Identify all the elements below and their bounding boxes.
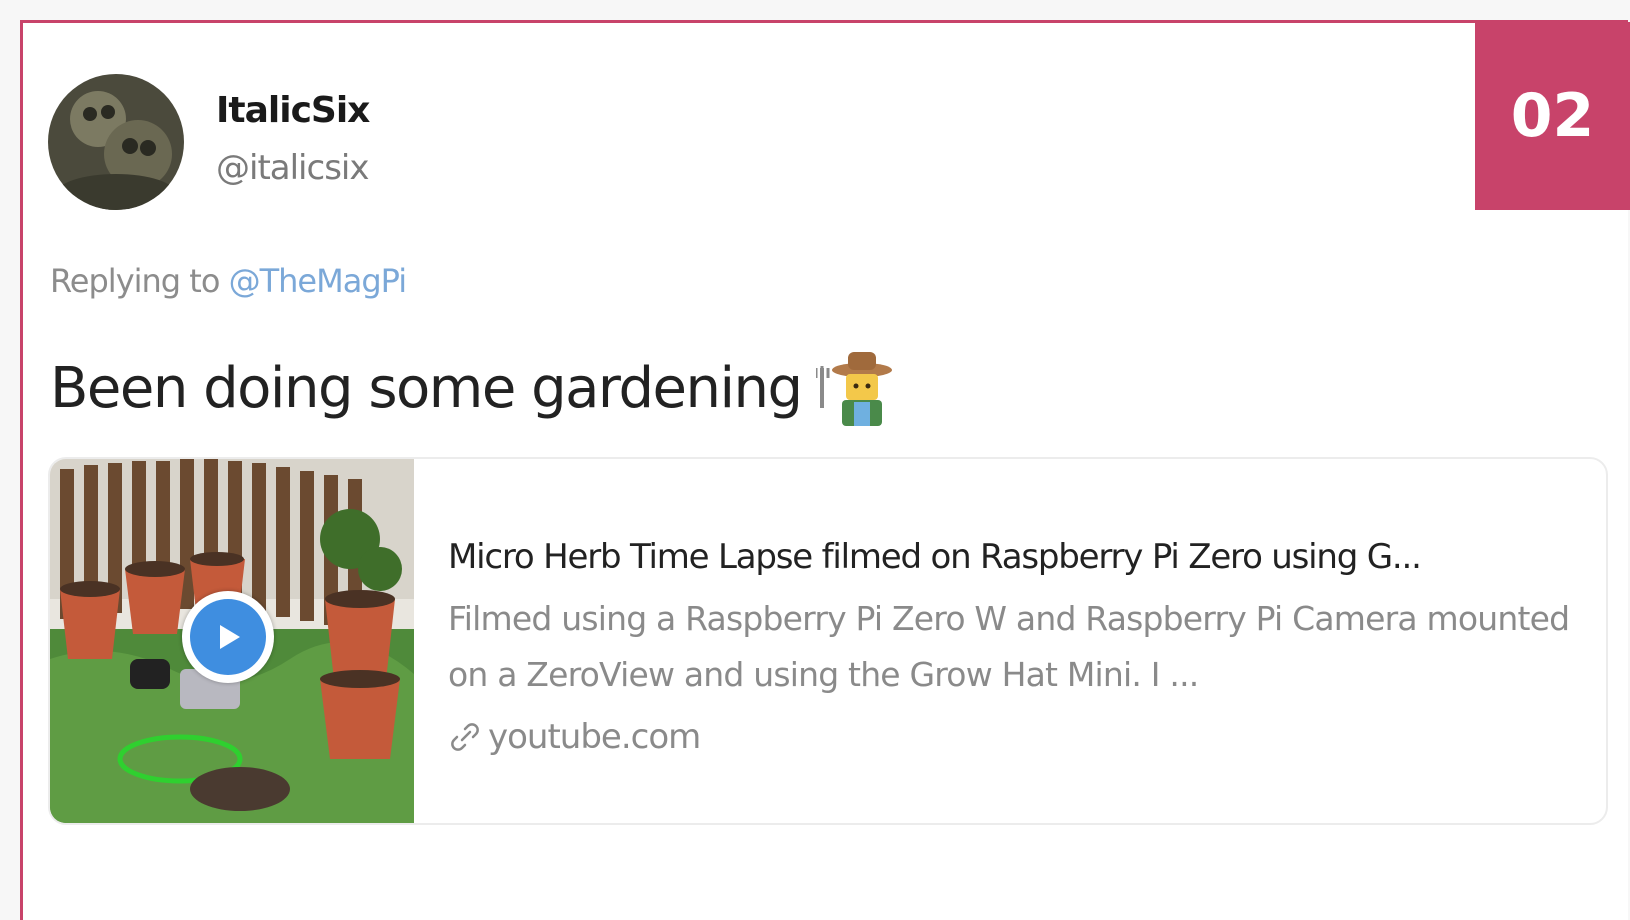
user-handle[interactable]: @italicsix bbox=[216, 148, 369, 188]
link-icon bbox=[451, 723, 479, 751]
farmer-emoji-icon bbox=[815, 352, 892, 426]
avatar-image bbox=[48, 74, 184, 210]
play-button[interactable] bbox=[182, 591, 274, 683]
card-title[interactable]: Micro Herb Time Lapse filmed on Raspberr… bbox=[448, 535, 1588, 579]
replying-prefix: Replying to bbox=[50, 262, 220, 300]
card-description: Filmed using a Raspberry Pi Zero W and R… bbox=[448, 599, 1570, 694]
card-domain[interactable]: youtube.com bbox=[448, 717, 1588, 757]
play-icon bbox=[190, 599, 266, 675]
link-preview-card[interactable]: Micro Herb Time Lapse filmed on Raspberr… bbox=[48, 457, 1608, 825]
mention-link[interactable]: @TheMagPi bbox=[229, 262, 408, 300]
replying-to: Replying to @TheMagPi bbox=[50, 262, 408, 300]
number-badge: 02 bbox=[1475, 22, 1630, 210]
display-name[interactable]: ItalicSix bbox=[216, 90, 370, 131]
card-body: Micro Herb Time Lapse filmed on Raspberr… bbox=[448, 535, 1588, 757]
avatar[interactable] bbox=[48, 74, 184, 210]
badge-number: 02 bbox=[1510, 81, 1595, 151]
tweet-text: Been doing some gardening bbox=[50, 348, 896, 428]
card-domain-text: youtube.com bbox=[488, 717, 701, 757]
video-thumbnail[interactable] bbox=[50, 459, 414, 823]
tweet-body: Been doing some gardening bbox=[50, 355, 803, 421]
